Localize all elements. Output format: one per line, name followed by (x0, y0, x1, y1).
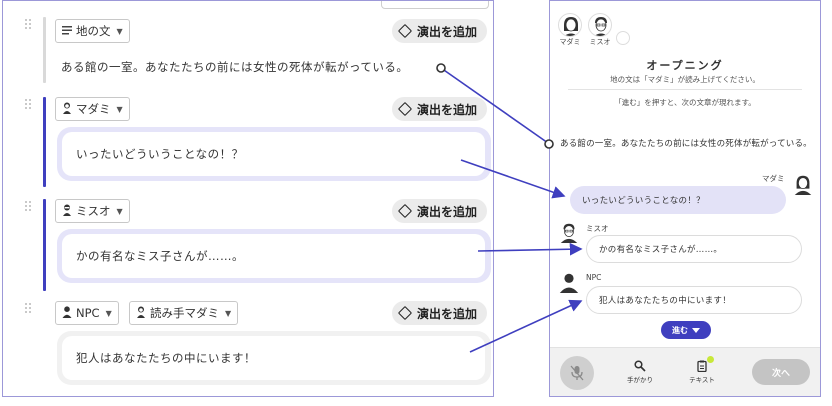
list-icon (62, 24, 72, 38)
mic-off-icon (570, 365, 584, 381)
dialogue-text[interactable]: かの有名なミス子さんが……。 (62, 234, 485, 278)
chat-bubble: いったいどういうことなの！？ (570, 186, 786, 214)
opening-info: オープニング 地の文は「マダミ」が読み上げてください。 「進む」を押すと、次の文… (560, 51, 810, 121)
reader-select-label: 読み手マダミ (150, 306, 219, 320)
chevron-down-icon: ▼ (116, 26, 123, 36)
opening-title: オープニング (646, 59, 724, 72)
chevron-down-icon: ▼ (116, 104, 123, 114)
dialogue-bubble: いったいどういうことなの！？ (57, 127, 491, 181)
dialogue-text[interactable]: 犯人はあなたたちの中にいます！ (62, 336, 485, 380)
speaker-name: マダミ (762, 174, 785, 183)
speaker-select-npc[interactable]: NPC ▼ (55, 301, 119, 325)
caret-down-icon (692, 327, 700, 333)
person-icon (62, 305, 72, 321)
add-effect-button[interactable]: 演出を追加 (391, 301, 487, 325)
clipped-control (381, 1, 489, 9)
opening-hint: 「進む」を押すと、次の文章が現れます。 (614, 98, 756, 107)
person-icon (558, 271, 580, 293)
diamond-icon (397, 305, 413, 321)
advance-label: 進む (672, 325, 688, 335)
chevron-down-icon: ▼ (116, 206, 123, 216)
dialogue-block: ミスオ ▼ 演出を追加 かの有名なミス子さんが……。 (21, 197, 491, 293)
block-indicator (43, 97, 46, 187)
diamond-icon (397, 101, 413, 117)
notification-badge (707, 356, 714, 363)
diamond-icon (397, 203, 413, 219)
add-effect-button[interactable]: 演出を追加 (391, 97, 487, 121)
chat-bubble: 犯人はあなたたちの中にいます！ (586, 286, 802, 314)
dialogue-bubble: 犯人はあなたたちの中にいます！ (57, 331, 491, 385)
bottom-toolbar: 手がかり テキスト 次へ (550, 347, 820, 396)
woman-avatar-icon (62, 102, 72, 117)
dialogue-bubble: かの有名なミス子さんが……。 (57, 229, 491, 283)
woman-avatar-icon (558, 13, 582, 37)
drag-handle-icon[interactable] (25, 303, 33, 315)
speaker-select-misuo[interactable]: ミスオ ▼ (55, 199, 130, 223)
chevron-down-icon: ▼ (225, 308, 232, 318)
player-name: ミスオ (589, 38, 611, 46)
chevron-down-icon: ▼ (105, 308, 112, 318)
drag-handle-icon[interactable] (25, 99, 33, 111)
opening-instruction: 地の文は「マダミ」が読み上げてください。 (610, 75, 760, 84)
add-effect-label: 演出を追加 (416, 24, 477, 39)
chat-bubble: かの有名なミス子さんが……。 (586, 235, 802, 263)
next-button[interactable]: 次へ (752, 359, 810, 385)
player-avatar[interactable]: ミスオ (588, 13, 612, 47)
magnifier-icon (620, 360, 660, 372)
add-effect-label: 演出を追加 (416, 306, 477, 321)
narration-block: 地の文 ▼ 演出を追加 ある館の一室。あなたたちの前には女性の死体が転がっている… (21, 15, 491, 87)
speaker-select-label: NPC (76, 306, 100, 320)
clue-button[interactable]: 手がかり (620, 360, 660, 384)
speaker-select-label: マダミ (76, 102, 111, 116)
speaker-name: ミスオ (586, 224, 609, 233)
scenario-editor: 地の文 ▼ 演出を追加 ある館の一室。あなたたちの前には女性の死体が転がっている… (2, 0, 494, 397)
player-avatar[interactable]: マダミ (558, 13, 582, 47)
clue-label: 手がかり (627, 376, 653, 384)
preview-narration: ある館の一室。あなたたちの前には女性の死体が転がっている。 (560, 139, 812, 149)
player-name: マダミ (559, 38, 581, 46)
avatar-status-dot (616, 31, 630, 45)
narration-text[interactable]: ある館の一室。あなたたちの前には女性の死体が転がっている。 (61, 59, 408, 75)
text-label: テキスト (689, 376, 715, 384)
block-indicator (43, 17, 46, 83)
reader-select[interactable]: 読み手マダミ ▼ (129, 301, 239, 325)
woman-avatar-icon (792, 173, 814, 195)
woman-avatar-icon (136, 306, 146, 321)
drag-handle-icon[interactable] (25, 201, 33, 213)
block-indicator (43, 199, 46, 291)
add-effect-label: 演出を追加 (416, 204, 477, 219)
speaker-name: NPC (586, 273, 602, 282)
document-icon (682, 360, 722, 372)
man-avatar-icon (558, 221, 580, 243)
man-avatar-icon (588, 13, 612, 37)
advance-button[interactable]: 進む (661, 321, 711, 339)
diamond-icon (397, 23, 413, 39)
add-effect-label: 演出を追加 (416, 102, 477, 117)
divider (568, 89, 802, 90)
player-avatars: マダミ ミスオ (558, 13, 612, 47)
next-label: 次へ (771, 368, 790, 379)
text-button[interactable]: テキスト (682, 360, 722, 384)
dialogue-block: NPC ▼ 読み手マダミ ▼ 演出を追加 犯人はあなたたちの中にいます！ (21, 299, 491, 395)
dialogue-block: マダミ ▼ 演出を追加 いったいどういうことなの！？ (21, 95, 491, 189)
game-preview: マダミ ミスオ オープニング 地の文は「マダミ」が読み上げてください。 「進む」… (549, 0, 821, 397)
speaker-select-label: ミスオ (76, 204, 111, 218)
mic-off-button[interactable] (560, 356, 594, 390)
man-avatar-icon (62, 204, 72, 219)
dialogue-text[interactable]: いったいどういうことなの！？ (62, 132, 485, 176)
drag-handle-icon[interactable] (25, 19, 33, 31)
add-effect-button[interactable]: 演出を追加 (391, 199, 487, 223)
speaker-select-narration[interactable]: 地の文 ▼ (55, 19, 130, 43)
speaker-select-madami[interactable]: マダミ ▼ (55, 97, 130, 121)
speaker-select-label: 地の文 (76, 24, 111, 38)
add-effect-button[interactable]: 演出を追加 (391, 19, 487, 43)
